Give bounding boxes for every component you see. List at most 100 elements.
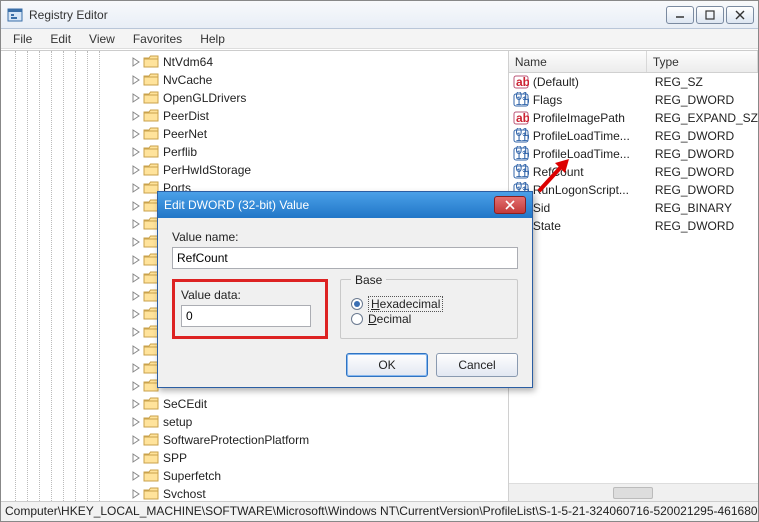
col-type[interactable]: Type [647, 51, 758, 72]
value-data-highlight: Value data: [172, 279, 328, 339]
expand-icon[interactable] [131, 345, 141, 355]
value-name: State [533, 219, 651, 233]
expand-icon[interactable] [131, 75, 141, 85]
list-row[interactable]: 011110 Flags REG_DWORD [509, 91, 758, 109]
folder-icon [143, 397, 159, 411]
expand-icon[interactable] [131, 471, 141, 481]
tree-item[interactable]: Superfetch [131, 467, 508, 485]
expand-icon[interactable] [131, 219, 141, 229]
value-name: ProfileLoadTime... [533, 129, 651, 143]
tree-item[interactable]: PeerNet [131, 125, 508, 143]
list-row[interactable]: ab(Default)REG_SZ [509, 73, 758, 91]
tree-item-label: NtVdm64 [161, 55, 215, 69]
expand-icon[interactable] [131, 111, 141, 121]
dialog-titlebar[interactable]: Edit DWORD (32-bit) Value [158, 192, 532, 218]
list-row[interactable]: 011110RefCountREG_DWORD [509, 163, 758, 181]
tree-item[interactable]: NtVdm64 [131, 53, 508, 71]
svg-text:ab: ab [516, 75, 529, 89]
tree-item[interactable]: NvCache [131, 71, 508, 89]
list-row[interactable]: 011110StateREG_DWORD [509, 217, 758, 235]
tree-item[interactable]: setup [131, 413, 508, 431]
cancel-button[interactable]: Cancel [436, 353, 518, 377]
tree-item[interactable]: Svchost [131, 485, 508, 501]
close-button[interactable] [726, 6, 754, 24]
expand-icon[interactable] [131, 273, 141, 283]
value-type-icon: 011110 [513, 92, 529, 108]
value-name-input[interactable] [172, 247, 518, 269]
status-bar: Computer\HKEY_LOCAL_MACHINE\SOFTWARE\Mic… [1, 501, 758, 521]
expand-icon[interactable] [131, 165, 141, 175]
tree-item[interactable]: SeCEdit [131, 395, 508, 413]
maximize-button[interactable] [696, 6, 724, 24]
list-row[interactable]: 011110ProfileLoadTime...REG_DWORD [509, 145, 758, 163]
value-type-icon: ab [513, 110, 529, 126]
tree-item[interactable]: OpenGLDrivers [131, 89, 508, 107]
value-type: REG_DWORD [655, 165, 758, 179]
menubar: File Edit View Favorites Help [1, 29, 758, 49]
list-row[interactable]: 011110ProfileLoadTime...REG_DWORD [509, 127, 758, 145]
value-type: REG_DWORD [655, 183, 758, 197]
expand-icon[interactable] [131, 381, 141, 391]
expand-icon[interactable] [131, 201, 141, 211]
app-icon [7, 7, 23, 23]
list-row[interactable]: abProfileImagePathREG_EXPAND_SZ [509, 109, 758, 127]
folder-icon [143, 109, 159, 123]
value-name: Flags [533, 93, 651, 107]
expand-icon[interactable] [131, 309, 141, 319]
expand-icon[interactable] [131, 399, 141, 409]
list-row[interactable]: 011110SidREG_BINARY [509, 199, 758, 217]
value-type: REG_DWORD [655, 93, 758, 107]
tree-item-label: PerHwIdStorage [161, 163, 253, 177]
tree-item-label: SoftwareProtectionPlatform [161, 433, 311, 447]
tree-item-label: OpenGLDrivers [161, 91, 248, 105]
expand-icon[interactable] [131, 147, 141, 157]
expand-icon[interactable] [131, 57, 141, 67]
expand-icon[interactable] [131, 255, 141, 265]
expand-icon[interactable] [131, 417, 141, 427]
tree-item[interactable]: PeerDist [131, 107, 508, 125]
expand-icon[interactable] [131, 363, 141, 373]
expand-icon[interactable] [131, 129, 141, 139]
expand-icon[interactable] [131, 489, 141, 499]
menu-view[interactable]: View [81, 30, 123, 48]
folder-icon [143, 415, 159, 429]
list-row[interactable]: 011110RunLogonScript...REG_DWORD [509, 181, 758, 199]
tree-item-label: setup [161, 415, 194, 429]
tree-item[interactable]: SoftwareProtectionPlatform [131, 431, 508, 449]
horizontal-scrollbar[interactable] [509, 483, 758, 501]
tree-item[interactable]: Perflib [131, 143, 508, 161]
svg-text:ab: ab [516, 111, 529, 125]
value-data-input[interactable] [181, 305, 311, 327]
folder-icon [143, 433, 159, 447]
dialog-close-button[interactable] [494, 196, 526, 214]
expand-icon[interactable] [131, 183, 141, 193]
minimize-button[interactable] [666, 6, 694, 24]
radio-hexadecimal[interactable]: Hexadecimal [351, 296, 507, 312]
expand-icon[interactable] [131, 93, 141, 103]
value-type-icon: 011110 [513, 164, 529, 180]
value-type-icon: ab [513, 74, 529, 90]
tree-item[interactable]: SPP [131, 449, 508, 467]
value-type: REG_DWORD [655, 129, 758, 143]
menu-edit[interactable]: Edit [42, 30, 79, 48]
value-name: Sid [533, 201, 651, 215]
folder-icon [143, 451, 159, 465]
list-pane[interactable]: Name Type ab(Default)REG_SZ011110FlagsRE… [509, 51, 758, 501]
value-name: (Default) [533, 75, 651, 89]
tree-item[interactable]: PerHwIdStorage [131, 161, 508, 179]
expand-icon[interactable] [131, 291, 141, 301]
radio-decimal[interactable]: Decimal [351, 312, 507, 326]
window-titlebar: Registry Editor [1, 1, 758, 29]
expand-icon[interactable] [131, 237, 141, 247]
expand-icon[interactable] [131, 453, 141, 463]
col-name[interactable]: Name [509, 51, 647, 72]
listview-header[interactable]: Name Type [509, 51, 758, 73]
tree-item-label: Svchost [161, 487, 208, 501]
value-name: ProfileImagePath [533, 111, 651, 125]
expand-icon[interactable] [131, 327, 141, 337]
menu-favorites[interactable]: Favorites [125, 30, 190, 48]
menu-help[interactable]: Help [192, 30, 233, 48]
ok-button[interactable]: OK [346, 353, 428, 377]
expand-icon[interactable] [131, 435, 141, 445]
menu-file[interactable]: File [5, 30, 40, 48]
